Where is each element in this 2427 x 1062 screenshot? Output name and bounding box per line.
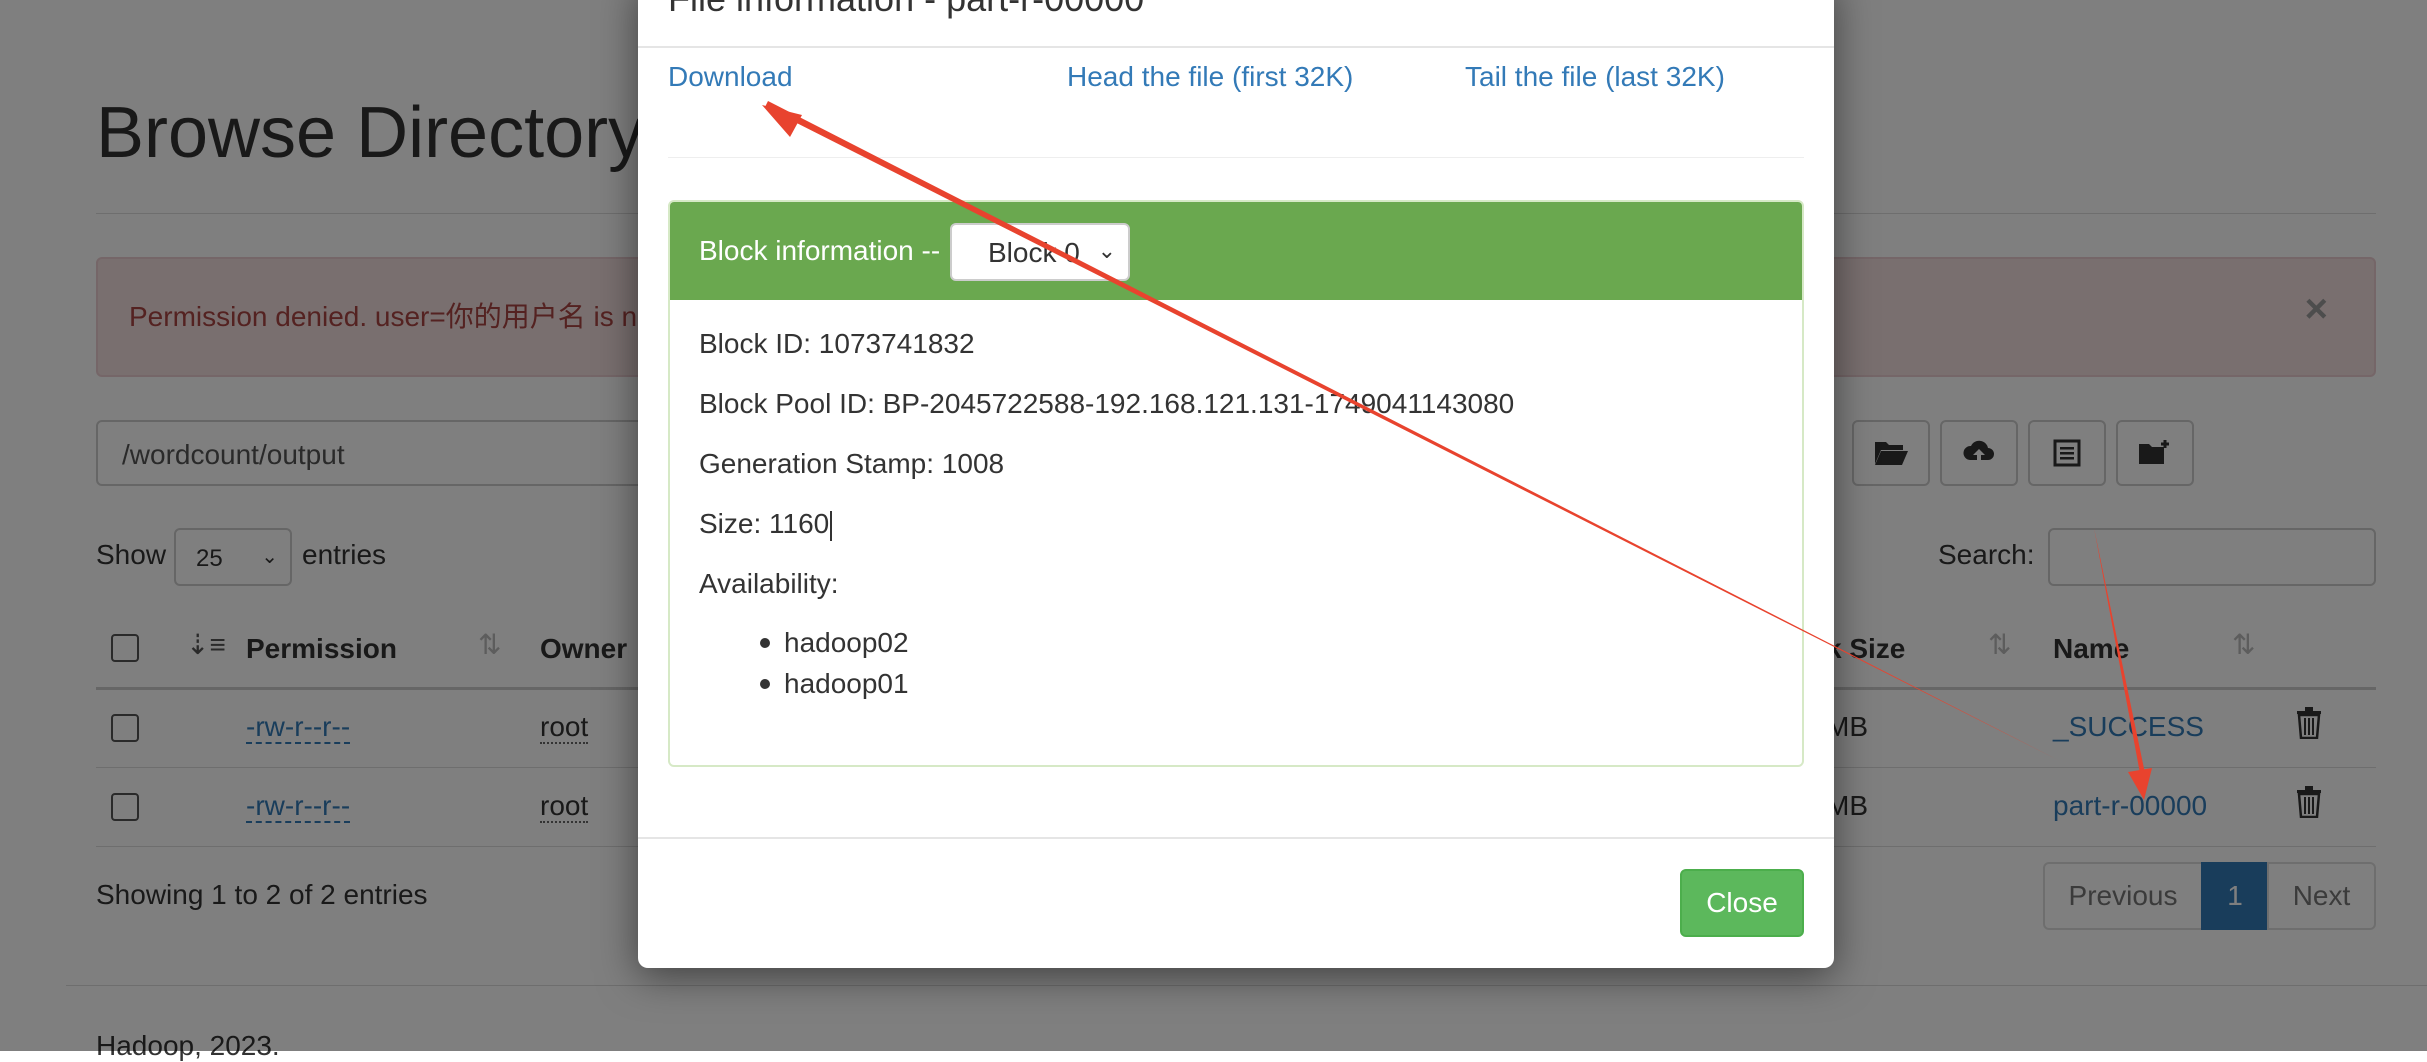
block-select[interactable]: Block 0 ⌄ <box>950 223 1130 281</box>
modal-footer-divider <box>638 837 1834 839</box>
list-item: hadoop01 <box>760 663 909 704</box>
chevron-down-icon: ⌄ <box>1097 238 1116 263</box>
block-panel-header: Block information -- Block 0 ⌄ <box>670 202 1802 300</box>
links-divider <box>668 157 1804 158</box>
block-panel-title: Block information -- <box>699 235 941 266</box>
block-pool-id: Block Pool ID: BP-2045722588-192.168.121… <box>699 388 1515 419</box>
modal-title: File information - part-r-00000 <box>668 0 1144 20</box>
block-select-value: Block 0 <box>988 237 1080 268</box>
modal-header-divider <box>638 46 1834 48</box>
tail-file-link[interactable]: Tail the file (last 32K) <box>1465 61 1725 93</box>
close-button[interactable]: Close <box>1680 869 1804 937</box>
bullet-icon <box>760 637 770 648</box>
text-cursor <box>830 510 833 541</box>
generation-stamp: Generation Stamp: 1008 <box>699 448 1005 479</box>
bullet-icon <box>760 678 770 689</box>
list-item: hadoop02 <box>760 622 909 663</box>
head-file-link[interactable]: Head the file (first 32K) <box>1067 61 1353 93</box>
block-size: Size: 1160 <box>699 508 830 539</box>
datanode-name: hadoop02 <box>784 626 909 658</box>
block-information-panel: Block information -- Block 0 ⌄ Block ID:… <box>668 200 1804 767</box>
download-link[interactable]: Download <box>668 61 793 93</box>
block-id: Block ID: 1073741832 <box>699 328 975 359</box>
datanode-name: hadoop01 <box>784 667 909 699</box>
availability-list: hadoop02 hadoop01 <box>760 622 909 704</box>
availability-label: Availability: <box>699 568 839 599</box>
file-information-modal: File information - part-r-00000 Download… <box>638 0 1834 968</box>
